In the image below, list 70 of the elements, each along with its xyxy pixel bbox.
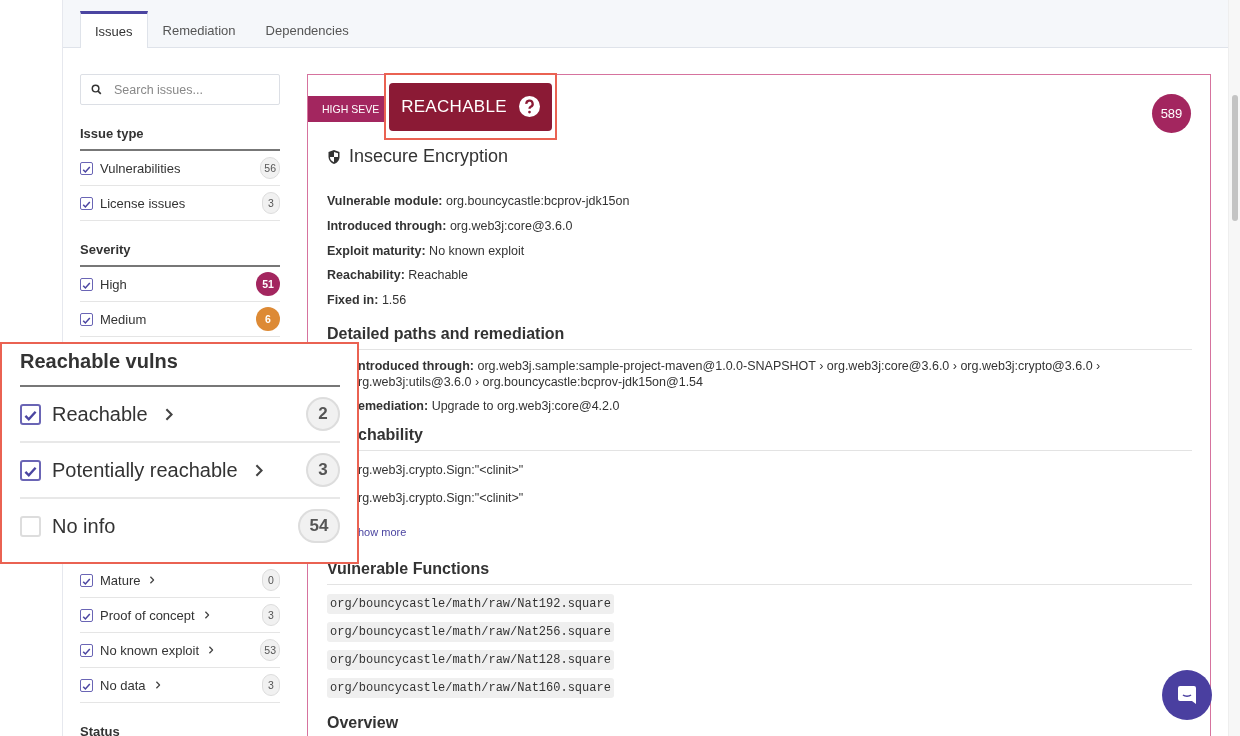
function-name: org/bouncycastle/math/raw/Nat192.square (327, 594, 614, 614)
shield-icon (327, 148, 341, 165)
search-field[interactable]: Search issues... (80, 74, 280, 105)
help-icon (518, 96, 540, 117)
filter-label[interactable]: Medium (100, 311, 147, 327)
filter-label[interactable]: High (100, 276, 127, 292)
count-badge: 53 (260, 639, 280, 661)
checkbox[interactable] (80, 573, 93, 587)
search-icon (91, 84, 102, 95)
detail-line: Vulnerable module: org.bouncycastle:bcprov-jdk15on (327, 193, 631, 210)
filter-label[interactable]: No known exploit (100, 642, 199, 658)
chevron-icon (204, 611, 210, 619)
filter-heading: Status (80, 723, 121, 736)
filter-label[interactable]: No data (100, 677, 146, 693)
severity-banner: HIGH SEVE (308, 96, 385, 122)
count-badge: 3 (262, 604, 280, 626)
call-path: rg.web3j.crypto.Sign:"<clinit>" (357, 462, 525, 478)
count-badge: 6 (256, 307, 280, 331)
checkbox[interactable] (80, 643, 93, 657)
checkbox[interactable] (20, 459, 41, 481)
detail-line: Fixed in: 1.56 (327, 292, 408, 310)
count-badge: 3 (306, 453, 340, 487)
detail-line: Introduced through: org.web3j:core@3.6.0 (327, 217, 574, 235)
filter-label[interactable]: Proof of concept (100, 607, 195, 623)
filter-label[interactable]: License issues (100, 195, 186, 211)
filter-label[interactable]: Potentially reachable (52, 458, 238, 482)
chat-icon (1175, 683, 1199, 707)
section-heading: Overview (327, 714, 400, 733)
checkbox[interactable] (80, 277, 93, 291)
count-badge: 589 (1152, 94, 1191, 133)
checkbox[interactable] (80, 678, 93, 692)
checkbox[interactable] (80, 312, 93, 326)
chevron-icon (208, 646, 214, 654)
filter-heading: Severity (80, 221, 280, 267)
filter-heading: Issue type (80, 105, 280, 151)
checkbox[interactable] (80, 608, 93, 622)
tab[interactable]: Remediation (147, 11, 251, 48)
tab[interactable]: Issues (80, 11, 148, 48)
chevron-icon (164, 407, 173, 421)
reachable-button[interactable]: REACHABLE (389, 82, 552, 131)
tab[interactable]: Dependencies (250, 11, 364, 48)
filter-label[interactable]: Vulnerabilities (100, 160, 181, 176)
scrollbar-thumb[interactable] (1232, 95, 1238, 221)
popup-title: Reachable vulns (20, 344, 340, 387)
chevron-icon (150, 576, 155, 584)
count-badge: 56 (260, 157, 280, 179)
function-name: org/bouncycastle/math/raw/Nat160.square (327, 678, 614, 698)
detail-line: Exploit maturity: No known exploit (327, 242, 526, 260)
count-badge: 51 (256, 272, 280, 296)
detail-line: Reachability: Reachable (327, 267, 470, 285)
count-badge: 3 (262, 674, 280, 696)
detail-line: emediation: Upgrade to org.web3j:core@4.2.0 (357, 398, 621, 414)
chevron-icon (155, 681, 160, 689)
checkbox[interactable] (20, 403, 41, 425)
chat-button[interactable] (1162, 670, 1212, 720)
filter-label[interactable]: No info (52, 514, 116, 538)
chevron-icon (254, 463, 263, 477)
filter-label[interactable]: Mature (100, 572, 141, 588)
call-path: rg.web3j.crypto.Sign:"<clinit>" (357, 490, 525, 506)
function-name: org/bouncycastle/math/raw/Nat256.square (327, 622, 614, 642)
detail-line: ntroduced through: org.web3j.sample:sample-project-maven@1.0.0-SNAPSHOT › org.web3j:core@3.6.0 › org.web3j:crypto@3.6.0 › rg.web3j:utils@3.6.0 › org.bouncycastle:bcprov-jdk15on@1.54 (357, 358, 1102, 390)
count-badge: 0 (262, 569, 280, 591)
checkbox[interactable] (80, 161, 93, 175)
checkbox[interactable] (80, 196, 93, 210)
function-name: org/bouncycastle/math/raw/Nat128.square (327, 650, 614, 670)
show-more-link[interactable]: how more (358, 526, 407, 538)
issue-title: Insecure Encryption (327, 146, 1192, 167)
count-badge: 3 (262, 192, 280, 214)
filter-label[interactable]: Reachable (52, 402, 148, 426)
count-badge: 2 (306, 397, 340, 431)
